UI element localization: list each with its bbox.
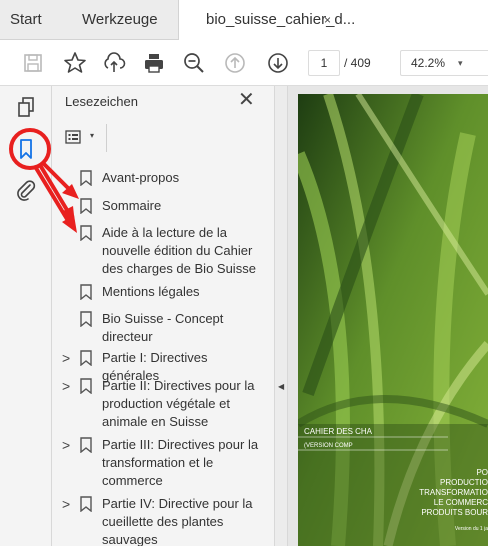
bookmark-label: Partie III: Directives pour la transform… (102, 437, 259, 488)
bookmark-flag-icon (80, 198, 92, 214)
bookmark-flag-icon (80, 496, 92, 512)
print-icon[interactable] (141, 50, 167, 76)
cover-footer: Version du 1 ja (454, 526, 488, 532)
options-icon (65, 130, 81, 144)
toolbar: 1 / 409 42.2% ▾ (0, 40, 488, 86)
zoom-value: 42.2% (411, 56, 446, 70)
document-view[interactable]: CAHIER DES CHA (VERSION COMP PO PRODUCTI… (288, 86, 488, 546)
expand-chevron-icon[interactable]: > (62, 495, 74, 513)
cloud-upload-icon[interactable] (101, 50, 127, 76)
bookmark-flag-icon (80, 311, 92, 327)
collapse-arrow-icon[interactable]: ◀ (278, 382, 284, 391)
bookmark-flag-icon (80, 284, 92, 300)
cover-line: LE COMMERC (433, 498, 488, 507)
page-up-icon[interactable] (222, 50, 248, 76)
tab-tools[interactable]: Werkzeuge (82, 0, 158, 40)
bookmark-label: Sommaire (102, 198, 162, 213)
navigation-rail (0, 86, 52, 546)
bookmark-flag-icon (80, 350, 92, 366)
bookmark-icon[interactable] (13, 136, 39, 162)
page-total: / 409 (344, 56, 371, 70)
expand-chevron-icon[interactable]: > (62, 349, 74, 367)
bookmark-label: Partie II: Directives pour la production… (102, 378, 255, 429)
zoom-select[interactable]: 42.2% ▾ (400, 50, 488, 76)
bookmark-label: Bio Suisse - Concept directeur (102, 311, 224, 344)
bookmark-flag-icon (80, 170, 92, 186)
copy-pages-icon[interactable] (13, 94, 39, 120)
bookmarks-panel: Lesezeichen ✕ ▾ Avant-propos Sommaire Ai… (52, 86, 274, 546)
chevron-down-icon: ▾ (90, 131, 95, 140)
tab-start[interactable]: Start (10, 0, 42, 40)
cover-subtitle: (VERSION COMP (304, 443, 353, 449)
bookmark-flag-icon (80, 437, 92, 453)
tab-close-button[interactable]: × (324, 0, 331, 40)
expand-chevron-icon[interactable]: > (62, 377, 74, 395)
bookmark-flag-icon (80, 378, 92, 394)
cover-title: CAHIER DES CHA (304, 427, 373, 436)
cover-line: PO (476, 468, 488, 477)
expand-chevron-icon[interactable]: > (62, 436, 74, 454)
bookmark-label: Aide à la lecture de la nouvelle édition… (102, 225, 256, 276)
zoom-out-icon[interactable] (181, 50, 207, 76)
page-down-icon[interactable] (265, 50, 291, 76)
close-icon[interactable]: ✕ (238, 90, 255, 110)
cover-line: TRANSFORMATIO (419, 488, 488, 497)
cover-line: PRODUITS BOUR (421, 508, 488, 517)
bookmark-flag-icon (80, 225, 92, 241)
cover-page: CAHIER DES CHA (VERSION COMP PO PRODUCTI… (298, 94, 488, 546)
bookmark-label: Partie IV: Directive pour la cueillette … (102, 496, 253, 546)
save-icon[interactable] (20, 50, 46, 76)
star-icon[interactable] (62, 50, 88, 76)
tab-bar: Start Werkzeuge bio_suisse_cahier_d... × (0, 0, 488, 40)
bookmark-options-button[interactable]: ▾ (63, 124, 107, 152)
attachment-icon[interactable] (13, 178, 39, 204)
panel-splitter[interactable]: ◀ (274, 86, 288, 546)
chevron-down-icon: ▾ (458, 58, 463, 68)
tab-document-label: bio_suisse_cahier_d... (206, 11, 356, 28)
cover-line: PRODUCTIO (440, 478, 488, 487)
page-number-input[interactable]: 1 (308, 50, 340, 76)
bookmark-label: Mentions légales (102, 284, 200, 299)
tab-document[interactable]: bio_suisse_cahier_d... × (178, 0, 488, 40)
bookmark-label: Avant-propos (102, 170, 180, 185)
panel-title: Lesezeichen (65, 94, 138, 109)
